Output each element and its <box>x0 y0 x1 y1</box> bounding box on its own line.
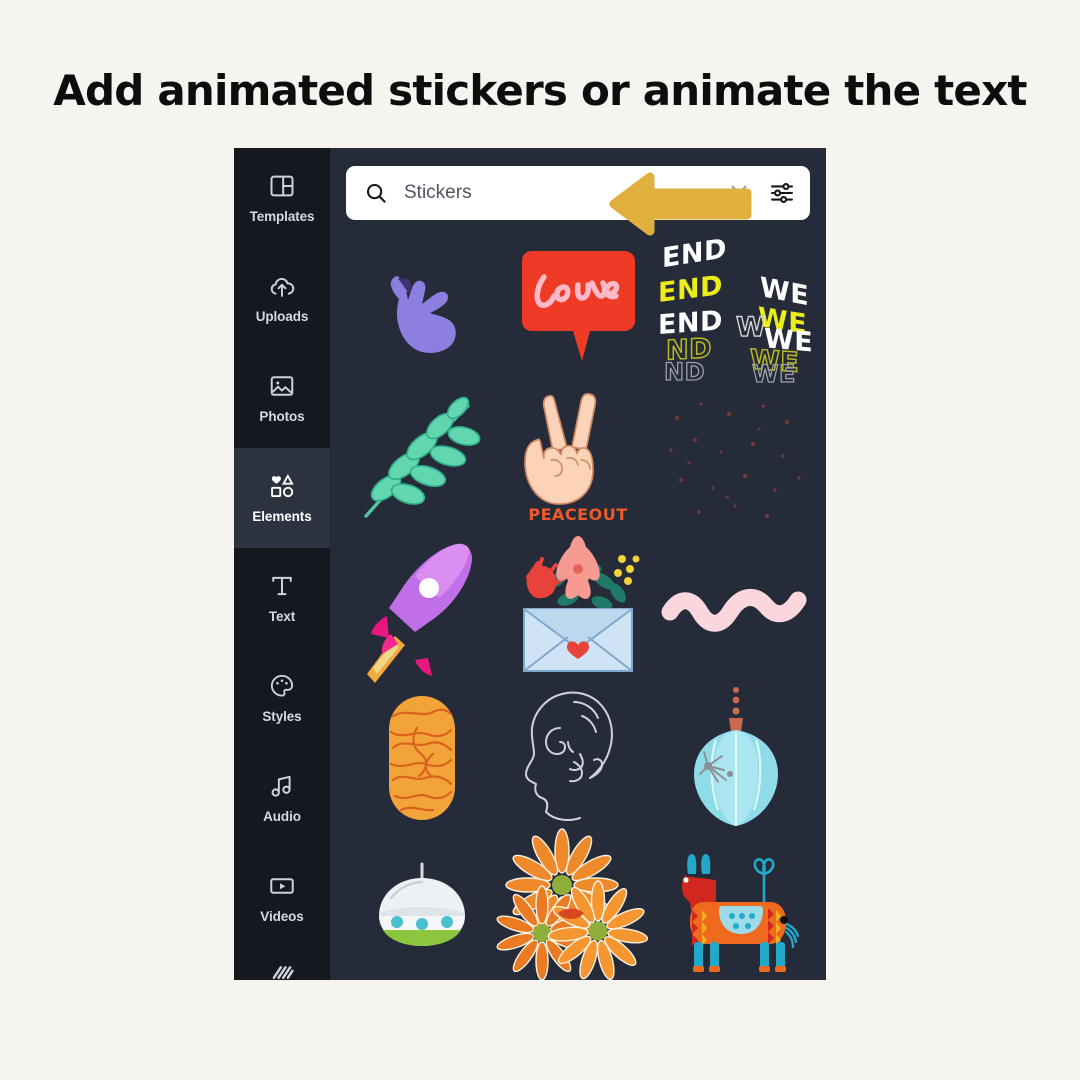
purple-finger-heart-sticker <box>367 248 477 368</box>
design-editor-window: Templates Uploads Photos Elements Text S… <box>234 148 826 980</box>
svg-text:END: END <box>658 270 723 309</box>
sidebar-item-photos[interactable]: Photos <box>234 348 330 448</box>
filter-settings-icon[interactable] <box>768 179 796 207</box>
search-input[interactable] <box>400 182 714 204</box>
sticker-tile[interactable] <box>658 534 810 682</box>
sticker-tile[interactable] <box>658 384 810 532</box>
sticker-tile[interactable] <box>502 684 654 832</box>
sticker-tile[interactable] <box>496 828 654 980</box>
sidebar-item-templates[interactable]: Templates <box>234 148 330 248</box>
sticker-tile[interactable] <box>346 534 498 683</box>
sidebar-item-label: Text <box>268 609 296 624</box>
ufo-spaceship-sticker <box>357 860 487 956</box>
sidebar-item-text[interactable]: Text <box>234 548 330 648</box>
sidebar-item-audio[interactable]: Audio <box>234 748 330 848</box>
sticker-tile[interactable] <box>346 234 498 382</box>
sticker-tile[interactable] <box>658 834 810 980</box>
clear-search-icon[interactable] <box>726 180 752 206</box>
sticker-results-grid: END WE END WE END WE W ND WE ND WE PEACE… <box>346 233 813 980</box>
search-bar[interactable] <box>346 166 810 220</box>
svg-text:W: W <box>736 312 766 343</box>
sidebar-item-uploads[interactable]: Uploads <box>234 248 330 348</box>
sidebar-item-background[interactable]: Background <box>234 948 330 980</box>
sidebar-item-label: Videos <box>260 909 304 924</box>
sticker-tile[interactable]: PEACEOUT <box>502 384 654 532</box>
image-icon <box>268 372 296 400</box>
svg-text:END: END <box>662 233 727 274</box>
sticker-tile[interactable] <box>502 534 654 682</box>
sticker-tile[interactable] <box>658 684 810 832</box>
pinata-llama-sticker <box>664 840 804 976</box>
cloud-upload-icon <box>268 272 296 300</box>
svg-text:PEACEOUT: PEACEOUT <box>528 505 627 524</box>
confetti-particles-sticker <box>659 392 809 524</box>
love-speech-bubble-sticker <box>512 247 644 369</box>
diagonal-stripes-icon <box>268 958 296 980</box>
screenshot-root: Add animated stickers or animate the tex… <box>0 0 1080 1080</box>
sidebar-item-label: Styles <box>262 709 302 724</box>
orange-wavy-pill-sticker <box>381 692 463 824</box>
line-art-face-profile-sticker <box>516 686 640 830</box>
flower-envelope-sticker <box>506 536 650 679</box>
palette-icon <box>268 672 296 700</box>
sidebar-item-videos[interactable]: Videos <box>234 848 330 948</box>
orange-daisy-flowers-sticker <box>496 828 650 980</box>
sticker-tile[interactable] <box>346 684 498 832</box>
sidebar-item-elements[interactable]: Elements <box>234 434 330 562</box>
green-leaf-branch-sticker <box>352 392 492 524</box>
elements-results-panel: END WE END WE END WE W ND WE ND WE <box>330 148 826 980</box>
svg-text:ND: ND <box>664 358 705 386</box>
sidebar-item-styles[interactable]: Styles <box>234 648 330 748</box>
shapes-icon <box>268 472 296 500</box>
video-play-icon <box>268 872 296 900</box>
sidebar-item-label: Elements <box>252 509 312 524</box>
cyan-christmas-ornament-sticker <box>674 686 794 830</box>
music-note-icon <box>268 772 296 800</box>
sidebar-item-label: Audio <box>263 809 301 824</box>
sticker-tile[interactable] <box>346 384 498 532</box>
pink-squiggle-wave-sticker <box>661 566 807 650</box>
sidebar-item-label: Uploads <box>255 309 309 324</box>
pink-rocket-sticker <box>357 538 487 683</box>
editor-sidebar: Templates Uploads Photos Elements Text S… <box>234 148 330 980</box>
search-icon <box>364 181 388 205</box>
sticker-tile[interactable] <box>346 834 498 980</box>
templates-icon <box>268 172 296 200</box>
sidebar-item-label: Photos <box>259 409 305 424</box>
text-t-icon <box>268 572 296 600</box>
sticker-tile[interactable]: END WE END WE END WE W ND WE ND WE <box>658 233 813 388</box>
page-title: Add animated stickers or animate the tex… <box>53 66 1027 115</box>
weekend-rotating-text-sticker: END WE END WE END WE W ND WE ND WE <box>658 233 813 388</box>
sidebar-item-label: Templates <box>249 209 315 224</box>
peace-out-hand-sticker: PEACEOUT <box>515 388 641 528</box>
sticker-tile[interactable] <box>502 234 654 382</box>
